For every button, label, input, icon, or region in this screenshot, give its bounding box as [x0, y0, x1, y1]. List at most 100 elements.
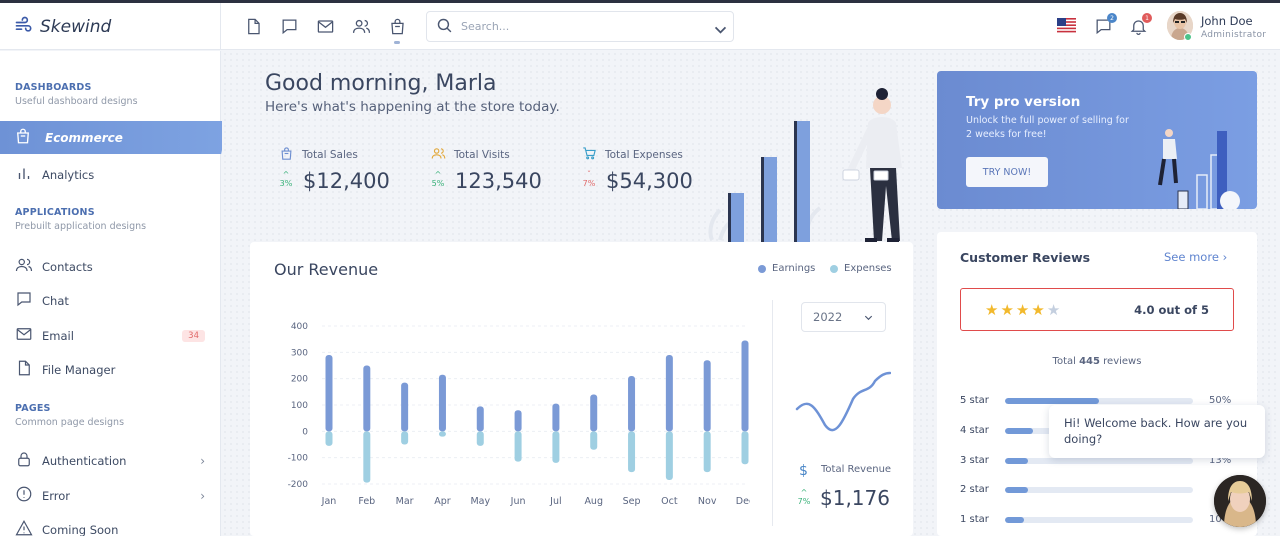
sidebar-item-label: Chat: [42, 293, 69, 308]
earnings-bar: [401, 382, 409, 432]
year-select[interactable]: 2022: [801, 302, 886, 332]
rating-row-1: 1 star 10: [960, 514, 1222, 525]
brand[interactable]: Skewind: [0, 3, 221, 50]
see-more-link[interactable]: See more ›: [1164, 250, 1227, 264]
mail-icon[interactable]: [316, 17, 335, 36]
earnings-bar: [741, 340, 749, 432]
y-tick-label: 200: [291, 375, 308, 385]
mail-icon: [15, 325, 42, 346]
chat-welcome-bubble[interactable]: Hi! Welcome back. How are you doing?: [1049, 405, 1265, 458]
sidebar-item-file-manager[interactable]: File Manager: [15, 359, 205, 380]
legend-earnings[interactable]: Earnings: [758, 263, 815, 274]
stat-change: ^ 5%: [431, 170, 445, 188]
sidebar-item-label: File Manager: [42, 362, 116, 377]
sidebar-item-label: Contacts: [42, 259, 93, 274]
earnings-bar: [514, 410, 522, 432]
expenses-bar: [703, 431, 711, 473]
try-now-button[interactable]: TRY NOW!: [966, 157, 1048, 187]
document-icon[interactable]: [244, 17, 263, 36]
user-name[interactable]: John Doe: [1201, 14, 1253, 28]
expenses-bar: [438, 431, 446, 437]
chevron-down-icon: [863, 312, 874, 323]
shopping-cart-icon: [582, 146, 605, 164]
earnings-bar: [703, 360, 711, 432]
stat-value: $54,300: [606, 169, 693, 193]
bell-icon[interactable]: 1: [1129, 13, 1152, 36]
divider: [772, 300, 773, 526]
warning-triangle-icon: [15, 519, 42, 536]
promo-text: Unlock the full power of selling for 2 w…: [966, 115, 1129, 140]
promo-illustration: [1158, 129, 1240, 209]
sidebar-item-authentication[interactable]: Authentication ›: [15, 450, 205, 471]
expenses-bar: [628, 431, 636, 473]
legend-expenses[interactable]: Expenses: [830, 263, 892, 274]
shopping-bag-icon: [279, 146, 302, 164]
online-status-dot: [1184, 33, 1192, 41]
revenue-sparkline: [795, 371, 891, 432]
email-count-badge: 34: [182, 329, 205, 342]
chat-avatar[interactable]: [1214, 475, 1266, 527]
section-subtitle-pages: Common page designs: [15, 417, 125, 428]
users-icon[interactable]: [352, 17, 371, 36]
us-flag-icon[interactable]: [1057, 18, 1076, 34]
messages-badge: 2: [1107, 13, 1117, 23]
y-tick-label: -100: [288, 454, 309, 464]
earnings-bar: [665, 354, 673, 432]
rating-bar: [1005, 516, 1024, 523]
top-header: Skewind Search... 2 1 John Doe Administr…: [0, 3, 1280, 50]
expenses-bar: [363, 431, 371, 483]
wind-logo-icon: [14, 15, 34, 38]
expenses-bar: [401, 431, 409, 445]
total-revenue-value: $1,176: [820, 486, 890, 510]
sidebar-item-analytics[interactable]: Analytics: [15, 164, 205, 185]
brand-name: Skewind: [40, 16, 112, 37]
bar-chart-icon: [15, 164, 42, 185]
section-title-pages: PAGES: [15, 403, 51, 414]
legend-dot: [758, 264, 766, 273]
star-icon: ★: [1000, 300, 1016, 319]
sidebar-item-label: Coming Soon: [42, 522, 119, 536]
stat-change: ˇ 7%: [582, 170, 596, 188]
active-indicator: [394, 41, 400, 44]
expenses-bar: [665, 431, 673, 481]
x-tick-label: Oct: [661, 496, 678, 507]
year-value: 2022: [813, 310, 843, 324]
x-tick-label: Jun: [510, 496, 526, 507]
promo-card: Try pro version Unlock the full power of…: [937, 71, 1257, 209]
rating-bar: [1005, 397, 1099, 404]
user-role: Administrator: [1201, 30, 1267, 40]
expenses-bar: [514, 431, 522, 462]
chevron-right-icon: ›: [1222, 250, 1228, 264]
messages-icon[interactable]: 2: [1094, 13, 1117, 36]
x-tick-label: Dec: [736, 496, 750, 507]
sidebar-item-ecommerce[interactable]: Ecommerce: [0, 121, 228, 154]
promo-title: Try pro version: [966, 94, 1081, 110]
sidebar-item-chat[interactable]: Chat: [15, 290, 205, 311]
section-subtitle-applications: Prebuilt application designs: [15, 221, 147, 232]
stat-total-sales: Total Sales ^ 3% $12,400: [279, 146, 390, 193]
sidebar-item-label: Email: [42, 328, 74, 343]
chevron-right-icon: ›: [200, 453, 205, 468]
sidebar-item-coming-soon[interactable]: Coming Soon: [15, 519, 205, 536]
sidebar-item-contacts[interactable]: Contacts: [15, 256, 205, 277]
sidebar-item-label: Error: [42, 488, 71, 503]
shopping-bag-icon[interactable]: [388, 17, 407, 44]
chevron-down-icon[interactable]: [712, 21, 727, 34]
stat-label: Total Sales: [302, 149, 358, 161]
x-tick-label: Aug: [584, 496, 603, 507]
x-tick-label: Sep: [623, 496, 641, 507]
stat-value: $12,400: [303, 169, 390, 193]
sidebar-item-email[interactable]: Email 34: [15, 325, 205, 346]
chat-bubble-icon[interactable]: [280, 17, 299, 36]
sidebar-item-label: Ecommerce: [45, 130, 123, 145]
earnings-bar: [590, 394, 598, 432]
star-icon: ★: [1031, 300, 1047, 319]
shopping-bag-icon: [14, 127, 45, 148]
sidebar-item-error[interactable]: Error ›: [15, 485, 205, 506]
earnings-bar: [363, 365, 371, 432]
rating-bar: [1005, 486, 1028, 493]
revenue-title: Our Revenue: [274, 260, 379, 279]
search-box[interactable]: [426, 11, 734, 42]
sidebar: DASHBOARDS Useful dashboard designs Ecom…: [0, 51, 228, 536]
search-input[interactable]: [461, 20, 701, 33]
